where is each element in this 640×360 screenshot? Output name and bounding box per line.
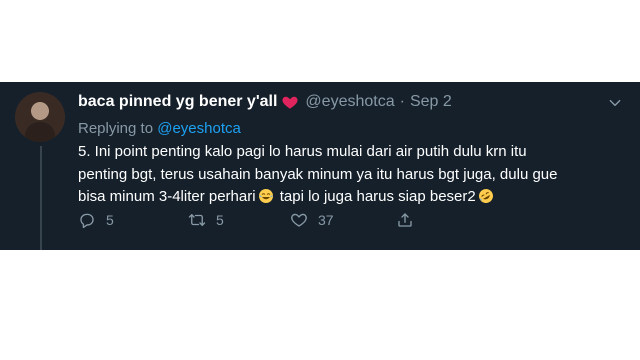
user-handle[interactable]: @eyeshotca [305,93,394,111]
tweet-card[interactable]: baca pinned yg bener y'all @eyeshotca · … [0,82,640,250]
share-button[interactable] [396,211,414,229]
tears-of-joy-emoji-icon [258,189,273,203]
tweet-text: 5. Ini point penting kalo pagi lo harus … [78,141,623,209]
tweet-date[interactable]: Sep 2 [410,93,452,111]
avatar-figure [25,122,55,142]
retweet-count: 5 [216,212,224,228]
tweet-text-line: 5. Ini point penting kalo pagi lo harus … [78,143,527,160]
replying-to-handle-link[interactable]: @eyeshotca [157,120,241,137]
reply-count: 5 [106,212,114,228]
tweet-actions: 5 5 37 [78,211,414,229]
tweet-text-segment: bisa minum 3-4liter perhari [78,188,256,205]
thread-line [40,146,42,250]
heart-outline-icon [291,213,307,227]
like-button[interactable]: 37 [290,211,396,229]
tweet-text-line: bisa minum 3-4liter perhari tapi lo juga… [78,186,623,209]
rolling-on-floor-laughing-emoji-icon [478,189,493,203]
retweet-icon [188,214,206,226]
replying-to-label: Replying to [78,120,154,137]
display-name[interactable]: baca pinned yg bener y'all [78,93,277,111]
tweet-text-segment: tapi lo juga harus siap beser2 [279,188,476,205]
tweet-header: baca pinned yg bener y'all @eyeshotca · … [78,93,452,111]
separator-dot: · [399,93,405,110]
like-count: 37 [318,212,334,228]
avatar[interactable] [15,92,65,142]
reply-button[interactable]: 5 [78,211,188,229]
tweet-text-line: penting bgt, terus usahain banyak minum … [78,165,558,183]
reply-icon [80,213,94,229]
retweet-button[interactable]: 5 [188,211,290,229]
chevron-down-icon[interactable] [608,96,622,110]
red-heart-icon [282,96,298,109]
share-icon [398,213,412,227]
replying-to: Replying to @eyeshotca [78,120,241,137]
